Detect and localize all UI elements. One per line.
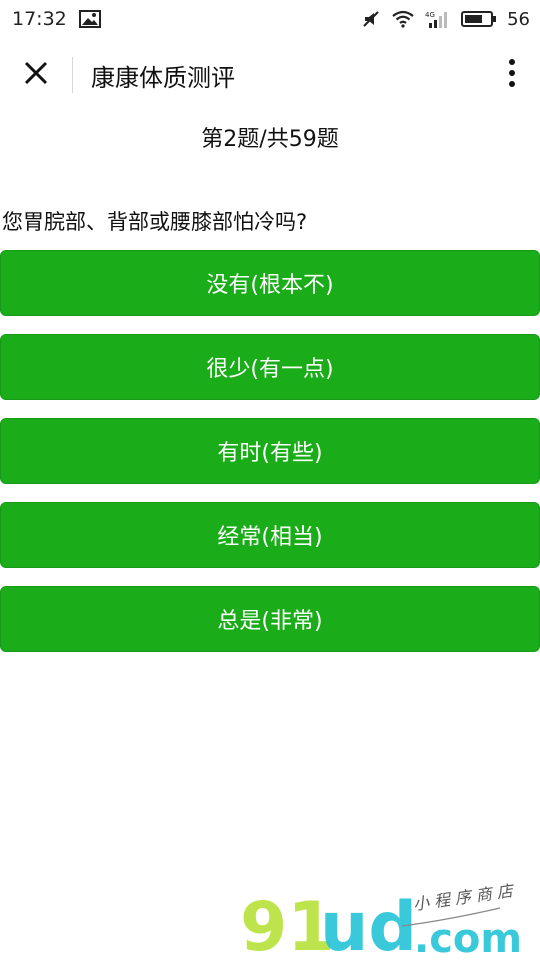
status-right: 4G 56 xyxy=(361,9,530,30)
more-vertical-icon xyxy=(508,58,516,92)
close-button[interactable] xyxy=(0,38,72,112)
status-left: 17:32 xyxy=(12,8,101,30)
answer-options: 没有(根本不) 很少(有一点) 有时(有些) 经常(相当) 总是(非常) xyxy=(0,250,540,670)
svg-text:.com: .com xyxy=(414,916,522,960)
image-icon xyxy=(78,10,101,28)
svg-text:小 程 序 商 店: 小 程 序 商 店 xyxy=(412,881,516,914)
more-button[interactable] xyxy=(484,38,540,112)
signal-4g-icon: 4G xyxy=(425,9,451,29)
close-icon xyxy=(23,60,49,90)
option-button-often[interactable]: 经常(相当) xyxy=(0,502,540,568)
option-button-rarely[interactable]: 很少(有一点) xyxy=(0,334,540,400)
question-progress: 第2题/共59题 xyxy=(201,127,339,152)
page-title: 康康体质测评 xyxy=(91,63,235,92)
svg-text:ud: ud xyxy=(320,888,417,960)
question-text: 您胃脘部、背部或腰膝部怕冷吗? xyxy=(2,210,308,234)
screen: 17:32 4G 56 康康体质测评 第2题/共59题 您胃脘部、背部或腰膝部怕… xyxy=(0,0,540,960)
svg-text:4G: 4G xyxy=(425,11,435,19)
watermark-logo: 91 ud .com 小 程 序 商 店 xyxy=(238,880,538,960)
mute-icon xyxy=(361,9,381,29)
nav-bar: 康康体质测评 xyxy=(0,38,540,112)
option-button-never[interactable]: 没有(根本不) xyxy=(0,250,540,316)
option-button-always[interactable]: 总是(非常) xyxy=(0,586,540,652)
wifi-icon xyxy=(391,10,415,28)
nav-divider xyxy=(72,57,73,93)
status-bar: 17:32 4G 56 xyxy=(0,0,540,38)
status-time: 17:32 xyxy=(12,8,67,30)
battery-level: 56 xyxy=(507,8,530,30)
battery-icon xyxy=(461,10,497,28)
option-button-sometimes[interactable]: 有时(有些) xyxy=(0,418,540,484)
